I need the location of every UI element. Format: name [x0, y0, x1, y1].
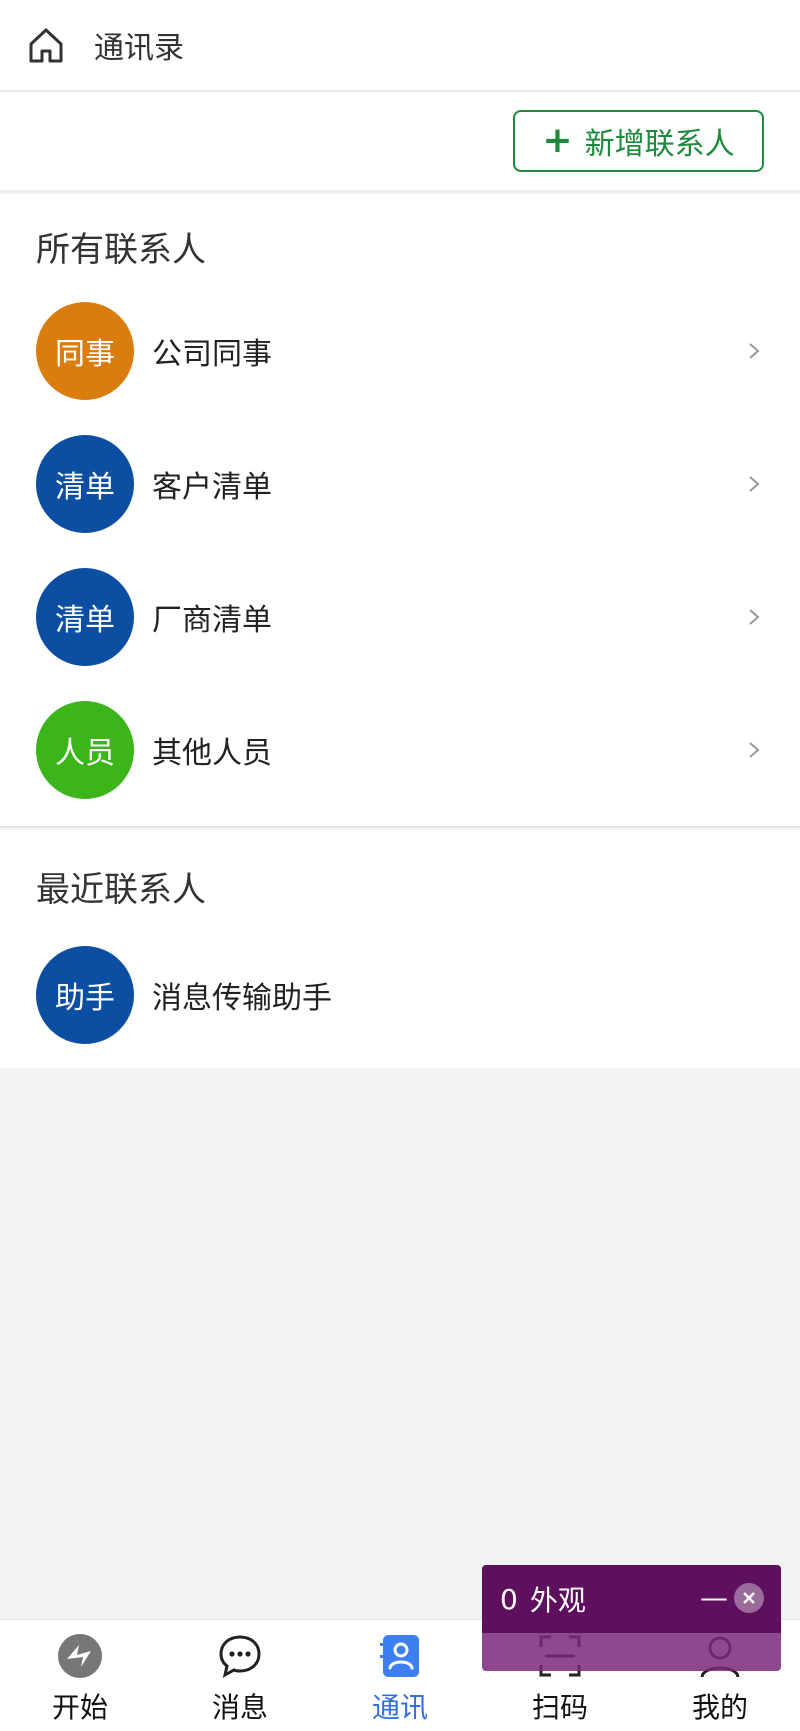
plus-icon: + — [542, 120, 573, 161]
chevron-right-icon — [749, 475, 760, 492]
nav-label: 开始 — [51, 1691, 108, 1724]
list-item-label: 公司同事 — [152, 336, 272, 372]
nav-label: 消息 — [211, 1691, 268, 1724]
appearance-floating-panel[interactable]: 0 外观 — — [482, 1565, 781, 1671]
all-contacts-section: 所有联系人 同事 公司同事 清单 客户清单 清单 厂商清单 人员 其他人员 — [0, 194, 800, 828]
contacts-book-icon — [376, 1632, 424, 1680]
list-item-vendor-list[interactable]: 清单 厂商清单 — [0, 550, 800, 683]
chevron-right-icon — [749, 741, 760, 758]
nav-item-start[interactable]: 开始 — [0, 1620, 160, 1731]
section-title-recent-contacts: 最近联系人 — [36, 870, 206, 910]
floating-panel-footer — [482, 1633, 781, 1671]
list-item-label: 厂商清单 — [152, 602, 272, 638]
chevron-right-icon — [749, 342, 760, 359]
home-button[interactable] — [22, 21, 70, 69]
list-item-message-assistant[interactable]: 助手 消息传输助手 — [0, 928, 800, 1061]
nav-label: 通讯 — [371, 1691, 428, 1724]
nav-label: 我的 — [691, 1691, 748, 1724]
chevron-right-icon — [749, 608, 760, 625]
toolbar: + 新增联系人 — [0, 92, 800, 192]
list-item-label: 客户清单 — [152, 469, 272, 505]
floating-label: 外观 — [529, 1584, 586, 1617]
list-item-label: 其他人员 — [152, 735, 272, 771]
list-item-company-colleagues[interactable]: 同事 公司同事 — [0, 284, 800, 417]
nav-label: 扫码 — [531, 1691, 588, 1724]
close-button[interactable] — [734, 1583, 764, 1613]
section-title-all-contacts: 所有联系人 — [36, 230, 206, 270]
page-title: 通讯录 — [94, 31, 184, 66]
add-contact-button[interactable]: + 新增联系人 — [513, 110, 764, 172]
nav-item-contacts[interactable]: 通讯 — [320, 1620, 480, 1731]
add-contact-label: 新增联系人 — [584, 127, 735, 162]
recent-contacts-section: 最近联系人 助手 消息传输助手 — [0, 830, 800, 1068]
nav-item-messages[interactable]: 消息 — [160, 1620, 320, 1731]
list-item-customer-list[interactable]: 清单 客户清单 — [0, 417, 800, 550]
avatar: 同事 — [36, 301, 134, 400]
avatar: 人员 — [36, 700, 134, 799]
avatar: 清单 — [36, 567, 134, 666]
floating-count: 0 — [500, 1582, 518, 1616]
home-icon — [29, 28, 63, 63]
chat-bubble-icon — [216, 1632, 264, 1680]
close-icon — [743, 1592, 755, 1604]
list-item-other-people[interactable]: 人员 其他人员 — [0, 683, 800, 816]
start-logo-icon — [56, 1632, 104, 1680]
list-item-label: 消息传输助手 — [152, 980, 332, 1016]
avatar: 助手 — [36, 945, 134, 1044]
minimize-button[interactable]: — — [698, 1579, 730, 1615]
app-header: 通讯录 — [0, 0, 800, 92]
avatar: 清单 — [36, 434, 134, 533]
